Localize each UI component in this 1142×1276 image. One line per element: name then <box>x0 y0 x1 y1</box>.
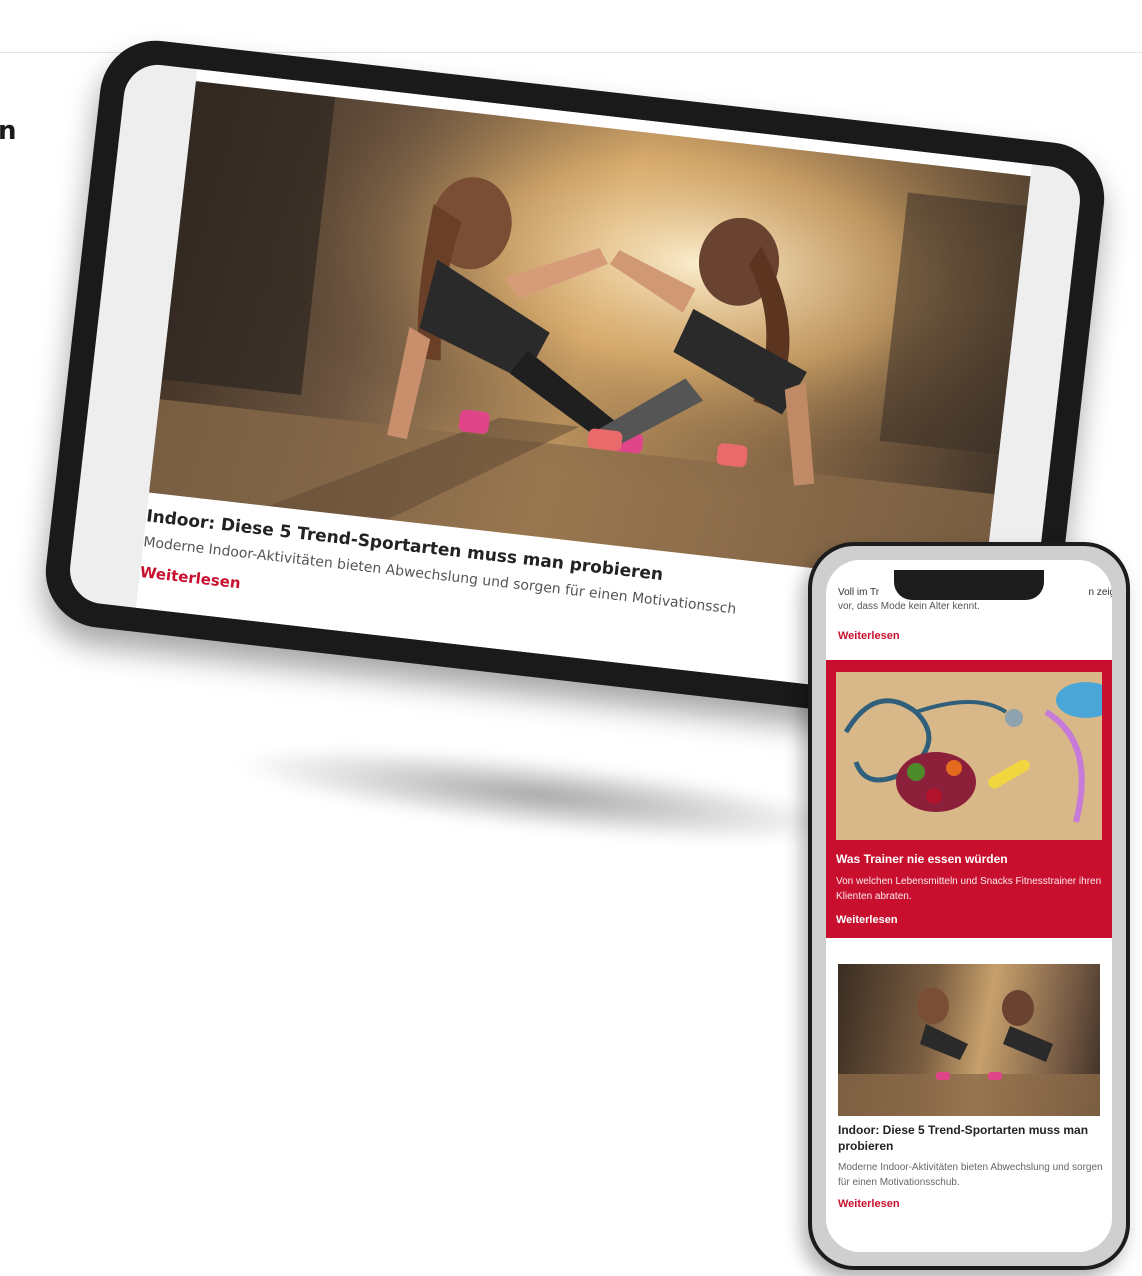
gym-workout-thumb-photo <box>838 988 1100 1116</box>
featured-read-more-link[interactable]: Weiterlesen <box>139 563 242 592</box>
dog-photo <box>122 625 500 709</box>
fitness-food-image <box>836 672 1102 840</box>
red-card-read-more-link[interactable]: Weiterlesen <box>836 914 898 926</box>
red-card-description: Von welchen Lebensmitteln und Snacks Fit… <box>836 876 1102 902</box>
phone-notch <box>894 570 1044 600</box>
white-card-read-more-link[interactable]: Weiterlesen <box>838 1198 900 1210</box>
snippet-line1-tail: n zeigt <box>1088 587 1112 598</box>
white-card-description: Moderne Indoor-Aktivitäten bieten Abwech… <box>838 1162 1103 1188</box>
cropped-heading-letter: n <box>0 116 17 146</box>
red-article-card[interactable]: Was Trainer nie essen würden Von welchen… <box>826 660 1112 938</box>
gym-workout-thumbnail <box>838 964 1100 1116</box>
tablet-card-dog[interactable] <box>109 612 513 709</box>
snippet-line2: vor, dass Mode kein Alter kennt. <box>838 601 980 612</box>
white-card-title[interactable]: Indoor: Diese 5 Trend-Sportarten muss ma… <box>838 1122 1108 1154</box>
gym-workout-photo <box>149 81 1031 588</box>
phone-device: Voll im Tr n zeigt vor, dass Mode kein A… <box>808 542 1130 1270</box>
snippet-line1: Voll im Tr <box>838 587 880 598</box>
red-card-title[interactable]: Was Trainer nie essen würden <box>836 852 1008 866</box>
featured-article-image[interactable] <box>149 81 1031 588</box>
dog-image <box>122 625 500 709</box>
previous-read-more-link[interactable]: Weiterlesen <box>838 630 900 642</box>
white-article-card[interactable]: Indoor: Diese 5 Trend-Sportarten muss ma… <box>826 954 1112 1252</box>
phone-screen: Voll im Tr n zeigt vor, dass Mode kein A… <box>826 560 1112 1252</box>
tablet-shadow <box>228 727 852 863</box>
fitness-flatlay-photo <box>836 672 1102 840</box>
phone-bezel: Voll im Tr n zeigt vor, dass Mode kein A… <box>812 546 1126 1266</box>
